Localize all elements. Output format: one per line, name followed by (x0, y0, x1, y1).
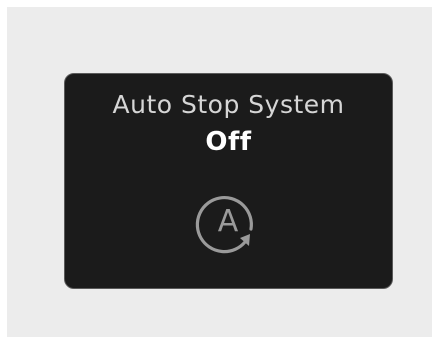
status-value: Off (205, 127, 252, 157)
cluster-display: Auto Stop System Off A (64, 73, 393, 289)
auto-stop-icon: A (195, 195, 253, 254)
auto-stop-icon-letter: A (218, 204, 239, 239)
message-title: Auto Stop System (112, 90, 345, 119)
figure-frame: Auto Stop System Off A (7, 7, 432, 337)
